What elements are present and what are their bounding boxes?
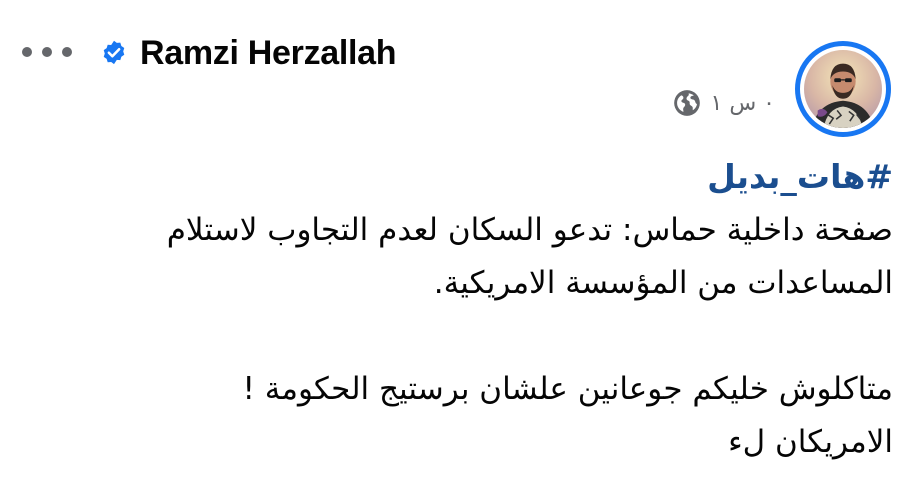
author-name[interactable]: Ramzi Herzallah (140, 34, 397, 73)
dot (42, 47, 52, 57)
globe-icon[interactable] (673, 89, 701, 117)
post-text-line: متاكلوش خليكم جوعانين علشان برستيج الحكو… (242, 371, 893, 407)
post-header: Ramzi Herzallah (100, 28, 397, 78)
more-options-button[interactable] (22, 40, 72, 64)
dot (62, 47, 72, 57)
post-text-line: الامريكان لء (728, 424, 893, 460)
author-avatar[interactable] (795, 41, 891, 137)
verified-badge-icon (103, 40, 125, 65)
dot (22, 47, 32, 57)
post-body: #هات_بديل صفحة داخلية حماس: تدعو السكان … (93, 150, 893, 469)
hashtag-link[interactable]: #هات_بديل (93, 150, 893, 204)
avatar-photo (804, 50, 882, 128)
post-text-line: صفحة داخلية حماس: تدعو السكان لعدم التجا… (166, 212, 893, 248)
post-timestamp[interactable]: ٠ س ١ (711, 91, 776, 116)
post-card: Ramzi Herzallah ٠ س ١ #هات_بديل صفحة داخ… (0, 0, 921, 495)
post-text-line: المساعدات من المؤسسة الامريكية. (433, 265, 893, 301)
post-meta: ٠ س ١ (673, 86, 776, 120)
